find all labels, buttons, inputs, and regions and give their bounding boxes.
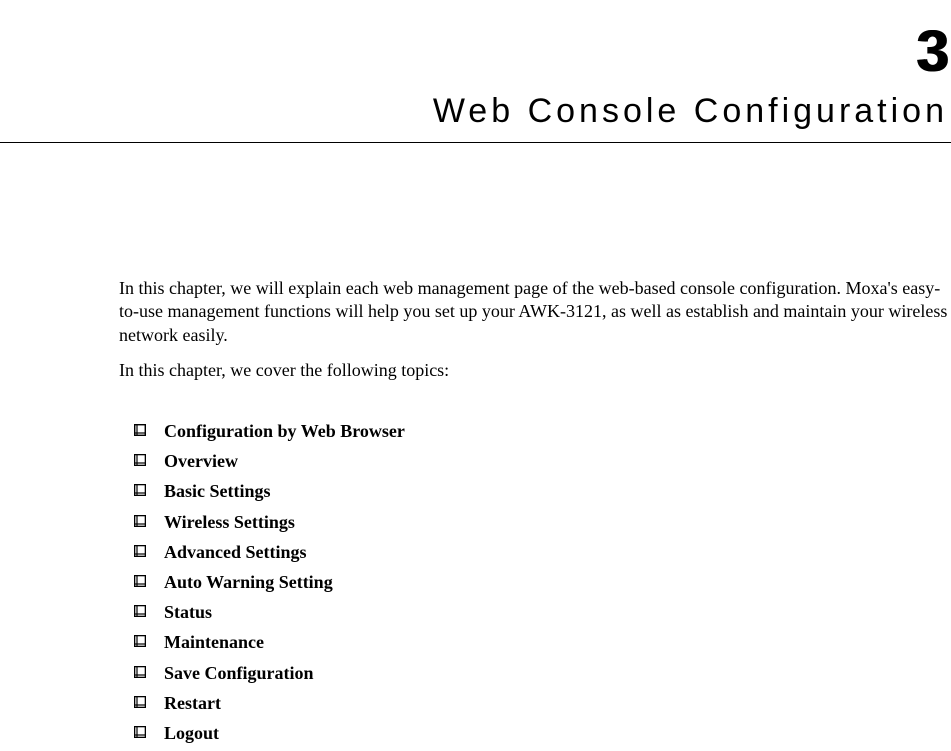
list-item: Configuration by Web Browser: [134, 419, 924, 444]
list-item: Advanced Settings: [134, 540, 924, 565]
checkbox-bullet-icon: [134, 691, 164, 715]
checkbox-bullet-icon: [134, 479, 164, 503]
checkbox0bullet-icon: [134, 721, 164, 745]
horizontal-divider: [0, 142, 951, 143]
topic-label: Advanced Settings: [164, 540, 307, 565]
list-item: Status: [134, 600, 924, 625]
checkbox-bullet-icon: [134, 510, 164, 534]
chapter-number: 3: [916, 19, 948, 84]
topic-label: Maintenance: [164, 630, 264, 655]
list-item: Wireless Settings: [134, 510, 924, 535]
topic-label: Wireless Settings: [164, 510, 295, 535]
topic-label: Auto Warning Setting: [164, 570, 333, 595]
list-item: Overview: [134, 449, 924, 474]
intro-paragraph-1: In this chapter, we will explain each we…: [119, 277, 949, 347]
topic-label: Basic Settings: [164, 479, 271, 504]
topic-label: Overview: [164, 449, 238, 474]
list-item: Restart: [134, 691, 924, 716]
document-page: 3 Web Console Configuration In this chap…: [0, 0, 951, 723]
topic-label: Configuration by Web Browser: [164, 419, 405, 444]
list-item: Save Configuration: [134, 661, 924, 686]
list-item: Auto Warning Setting: [134, 570, 924, 595]
checkbox-bullet-icon: [134, 449, 164, 473]
intro-paragraph-2: In this chapter, we cover the following …: [119, 359, 949, 382]
checkbox-bullet-icon: [134, 419, 164, 443]
topic-label: Logout: [164, 721, 219, 746]
checkbox-bullet-icon: [134, 600, 164, 624]
checkbox-bullet-icon: [134, 540, 164, 564]
intro-section: In this chapter, we will explain each we…: [119, 277, 949, 395]
list-item: Maintenance: [134, 630, 924, 655]
topic-label: Restart: [164, 691, 221, 716]
checkbox-bullet-icon: [134, 630, 164, 654]
list-item: Logout: [134, 721, 924, 746]
topic-label: Save Configuration: [164, 661, 314, 686]
topic-label: Status: [164, 600, 212, 625]
list-item: Basic Settings: [134, 479, 924, 504]
checkbox-bullet-icon: [134, 570, 164, 594]
checkbox-bullet-icon: [134, 661, 164, 685]
chapter-number-container: 3: [916, 18, 948, 85]
chapter-title: Web Console Configuration: [433, 92, 948, 131]
topics-list: Configuration by Web Browser Overview Ba…: [134, 419, 924, 751]
